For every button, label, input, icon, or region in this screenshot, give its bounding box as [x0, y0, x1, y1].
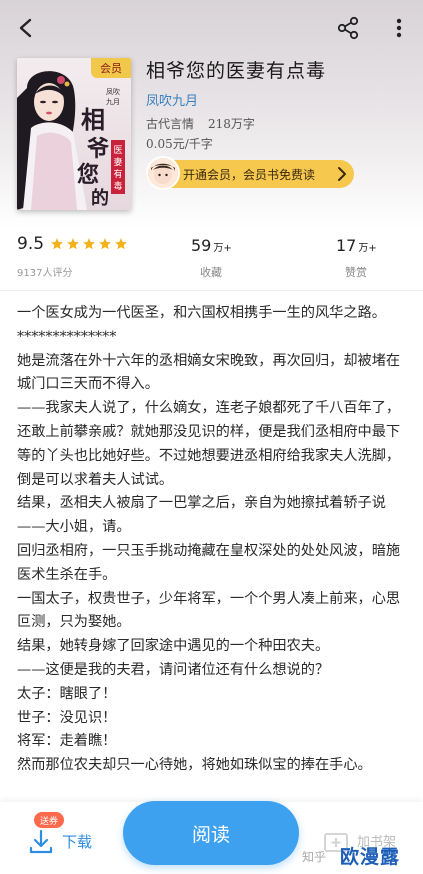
star-icon	[99, 238, 111, 250]
svg-text:爷: 爷	[87, 136, 110, 162]
coupon-badge: 送券	[34, 812, 65, 828]
intro-paragraph: 太子：瞎眼了！	[17, 685, 117, 702]
share-button[interactable]	[330, 10, 366, 46]
author-link[interactable]: 凤吹九月	[146, 90, 198, 109]
favorites-count: 59 万+	[191, 236, 232, 255]
chevron-right-icon	[338, 167, 346, 181]
watermark-zhihu: 知乎	[302, 850, 327, 864]
intro-paragraph: ——这便是我的夫君，请问诸位还有什么想说的？	[17, 661, 330, 678]
download-label: 下载	[62, 833, 93, 851]
svg-text:医: 医	[113, 145, 122, 156]
intro-paragraph: 结果，她转身嫁了回家途中遇见的一个种田农夫。	[17, 638, 330, 655]
rating-count: 9137人评分	[17, 268, 73, 279]
svg-text:有: 有	[113, 168, 122, 180]
intro-paragraph: 结果，丞相夫人被扇了一巴掌之后，亲自为她擦拭着轿子说——大小姐，请。	[17, 495, 386, 536]
book-cover[interactable]: 相 爷 您 的 医 妻 有 毒 凤吹 九月	[17, 58, 131, 210]
book-title: 相爷您的医妻有点毒	[146, 60, 327, 82]
intro-paragraph: 回归丞相府，一只玉手挑动掩藏在皇权深处的处处风波，暗施医术生杀在手。	[17, 542, 401, 583]
more-vertical-icon	[396, 18, 402, 38]
price-label: 0.05元/千字	[146, 137, 213, 151]
vip-banner-text: 开通会员，会员书免费读	[183, 168, 316, 182]
intro-paragraph: 一国太子，权贵世子，少年将军，一个个男人凑上前来，心思叵测，只为娶她。	[17, 590, 401, 631]
star-icon	[115, 238, 127, 250]
intro-paragraph: 一个医女成为一代医圣，和六国权相携手一生的风华之路。	[17, 305, 386, 321]
rewards-label: 赞赏	[345, 266, 367, 279]
svg-text:相: 相	[81, 105, 105, 134]
rating-stars	[50, 237, 128, 251]
intro-paragraph: 世子：没见识！	[17, 709, 117, 726]
vip-avatar	[146, 156, 180, 190]
share-icon	[337, 16, 359, 40]
rating-score: 9.5	[17, 234, 45, 254]
star-icon	[51, 238, 63, 250]
svg-text:您: 您	[77, 162, 99, 188]
svg-text:毒: 毒	[113, 180, 122, 192]
book-intro: 一个医女成为一代医圣，和六国权相携手一生的风华之路。 **************…	[17, 302, 411, 802]
star-icon	[83, 238, 95, 250]
svg-text:的: 的	[91, 187, 109, 209]
intro-paragraph: 然而那位农夫却只一心待她，将她如珠似宝的捧在手心。	[17, 757, 372, 774]
book-meta: 古代言情 218万字	[146, 115, 255, 132]
intro-paragraph: 将军：走着瞧！	[17, 733, 117, 750]
vip-cover-badge: 会员	[91, 58, 131, 78]
more-button[interactable]	[384, 10, 414, 46]
svg-text:九月: 九月	[106, 97, 120, 106]
read-button[interactable]: 阅读	[123, 801, 299, 865]
top-bar	[0, 0, 423, 56]
favorites-label: 收藏	[200, 266, 222, 279]
rewards-count: 17 万+	[336, 236, 377, 255]
intro-paragraph: **************	[17, 328, 117, 345]
download-icon	[29, 829, 53, 854]
chevron-left-icon	[19, 18, 32, 38]
star-icon	[67, 238, 79, 250]
svg-text:凤吹: 凤吹	[106, 87, 120, 96]
svg-text:妻: 妻	[113, 156, 122, 168]
back-button[interactable]	[8, 10, 44, 46]
intro-paragraph: ——我家夫人说了，什么嫡女，连老子娘都死了千八百年了，还敢上前攀亲戚？就她那没见…	[17, 400, 401, 488]
genre-label: 古代言情	[146, 117, 195, 131]
section-divider	[0, 290, 423, 291]
intro-paragraph: 她是流落在外十六年的丞相嫡女宋晚致，再次回归，却被堵在城门口三天而不得入。	[17, 352, 401, 393]
book-cover-illustration: 相 爷 您 的 医 妻 有 毒 凤吹 九月	[17, 58, 131, 210]
watermark-brand: 欧漫露	[340, 846, 401, 868]
word-count: 218万字	[208, 117, 255, 131]
